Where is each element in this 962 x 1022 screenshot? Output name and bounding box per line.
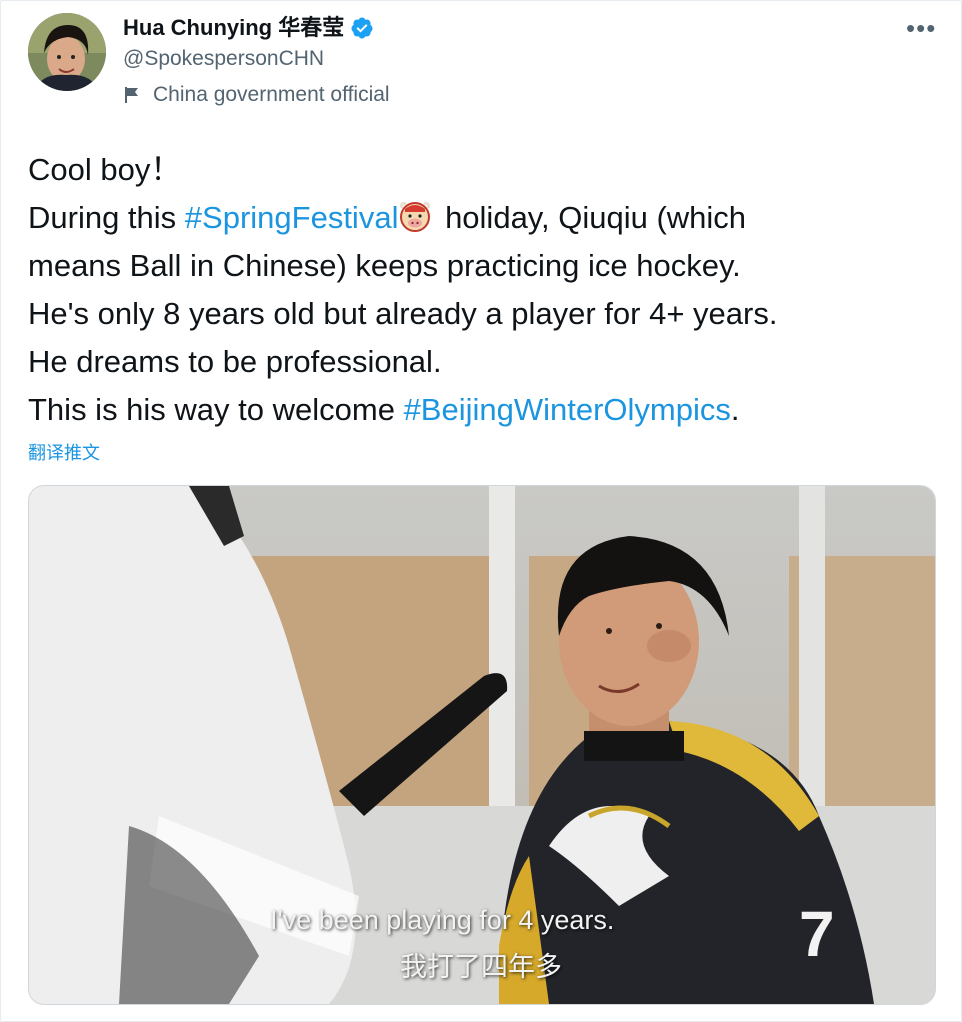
government-label[interactable]: China government official (123, 81, 390, 109)
hashtag-springfestival[interactable]: #SpringFestival (185, 200, 399, 235)
tweet-line-1: Cool boy！ (28, 152, 182, 187)
tweet-line-6-prefix: This is his way to welcome (28, 392, 404, 427)
video-subtitle-chinese: 我打了四年多 (400, 952, 562, 982)
avatar[interactable] (28, 13, 106, 91)
tweet-line-2-suffix: holiday, Qiuqiu (which (436, 200, 747, 235)
tweet-line-3: means Ball in Chinese) keeps practicing … (28, 248, 741, 283)
tweet-line-6: This is his way to welcome #BeijingWinte… (28, 386, 948, 434)
hashtag-beijingwinterolympics[interactable]: #BeijingWinterOlympics (404, 392, 731, 427)
tweet-line-6-suffix: . (730, 392, 740, 427)
tweet-text: Cool boy！ During this #SpringFestival ho… (28, 146, 948, 434)
author-name-text[interactable]: Hua Chunying 华春莹 (123, 13, 344, 43)
more-horizontal-icon[interactable]: ••• (906, 15, 936, 41)
ox-face-emoji-icon (400, 202, 431, 232)
tweet-line-2-prefix: During this (28, 200, 185, 235)
jersey-number: 7 (799, 898, 835, 970)
tweet-line-4: He's only 8 years old but already a play… (28, 296, 778, 331)
verified-badge-icon (351, 17, 373, 39)
government-label-text: China government official (153, 83, 390, 106)
flag-icon (125, 87, 138, 103)
author-name[interactable]: Hua Chunying 华春莹 (123, 13, 374, 43)
author-handle[interactable]: @SpokespersonCHN (123, 45, 324, 73)
tweet-line-2: During this #SpringFestival holiday, Qiu… (28, 194, 948, 242)
tweet-line-5: He dreams to be professional. (28, 344, 442, 379)
translate-tweet-link[interactable]: 翻译推文 (28, 441, 100, 465)
video-subtitle-english: I've been playing for 4 years. (270, 905, 615, 935)
